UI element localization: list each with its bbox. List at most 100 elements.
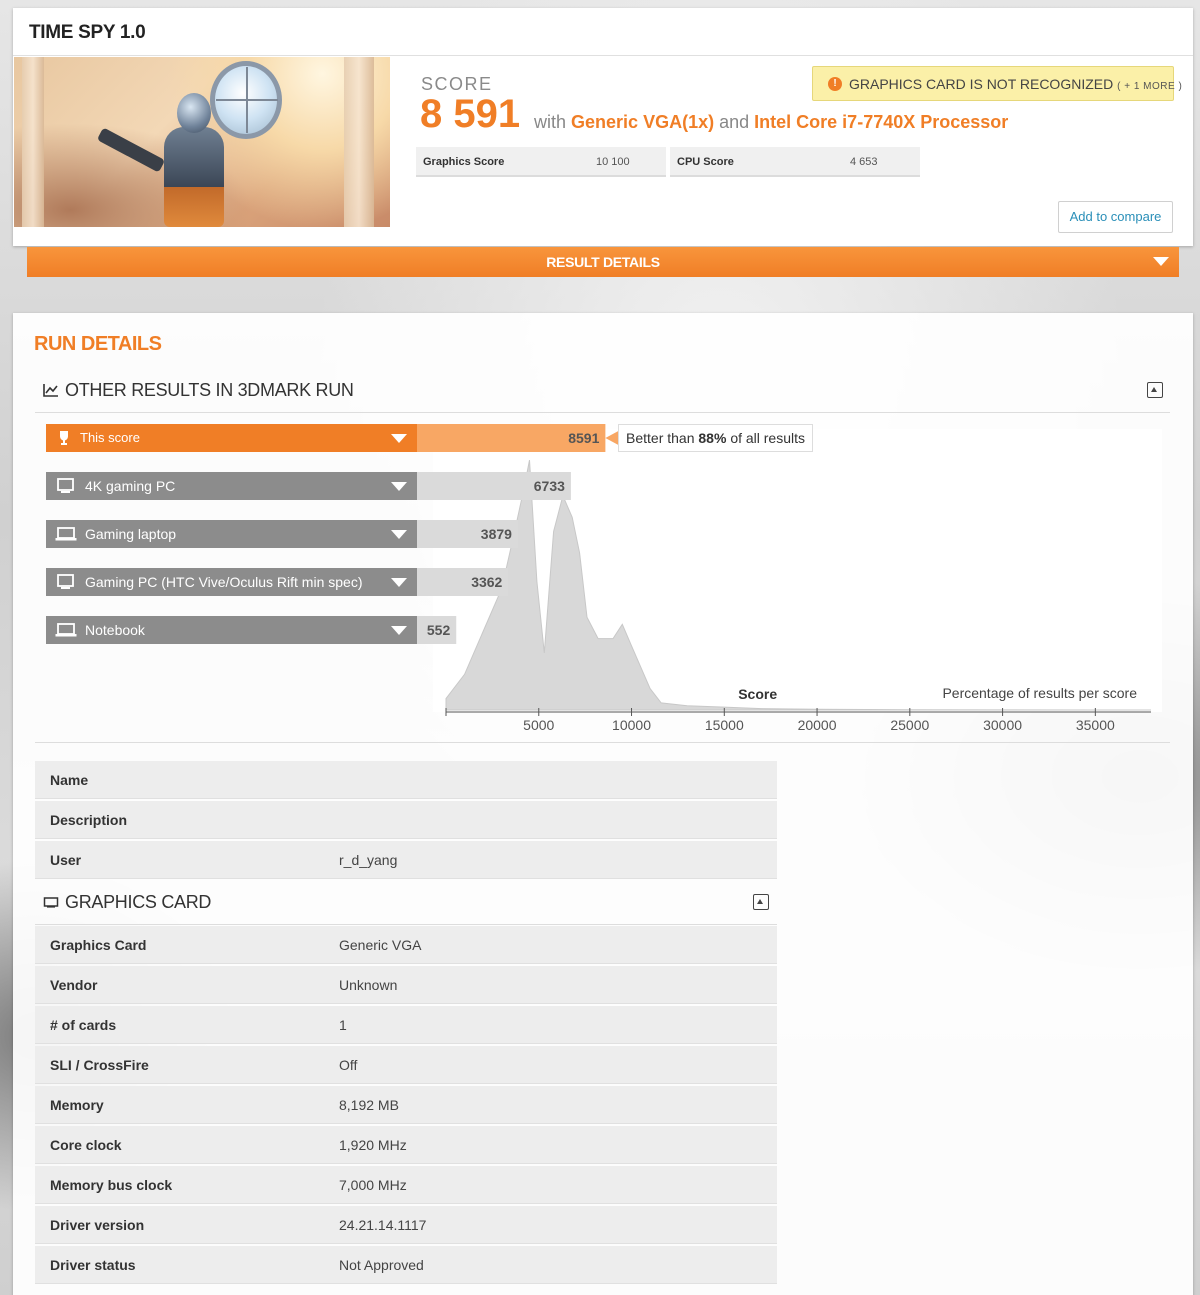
- comparison-value-label: 6733: [534, 478, 565, 494]
- comparison-dropdown[interactable]: Notebook: [46, 616, 417, 644]
- test-title: TIME SPY 1.0: [29, 22, 146, 43]
- table-row: Core clock 1,920 MHz: [35, 1126, 777, 1164]
- score-hardware-line: with Generic VGA(1x) and Intel Core i7-7…: [534, 112, 1008, 133]
- better-than-suffix: of all results: [730, 430, 806, 446]
- info-value: 7,000 MHz: [339, 1177, 407, 1193]
- chevron-down-icon: [391, 530, 407, 539]
- table-row: Memory bus clock 7,000 MHz: [35, 1166, 777, 1204]
- gpu-link[interactable]: Generic VGA(1x): [571, 112, 714, 132]
- comparison-value-label: 552: [427, 622, 451, 638]
- chevron-down-icon: [391, 434, 407, 443]
- with-text: with: [534, 112, 567, 132]
- comparison-value-label: 3879: [481, 526, 512, 542]
- comparison-dropdown[interactable]: Gaming PC (HTC Vive/Oculus Rift min spec…: [46, 568, 417, 596]
- benchmark-hero-image: [14, 57, 390, 227]
- info-value: Generic VGA: [339, 937, 422, 953]
- info-key: User: [50, 852, 82, 868]
- better-than-prefix: Better than: [626, 430, 695, 446]
- warning-text: GRAPHICS CARD IS NOT RECOGNIZED ( + 1 MO…: [849, 76, 1182, 92]
- x-tick-label: 10000: [612, 717, 651, 733]
- info-key: Driver version: [50, 1217, 145, 1233]
- info-value: 1,920 MHz: [339, 1137, 407, 1153]
- cpu-link[interactable]: Intel Core i7-7740X Processor: [754, 112, 1008, 132]
- better-than-percent: 88%: [698, 430, 727, 446]
- graphics-score-label: Graphics Score: [423, 156, 505, 168]
- cpu-score-value: 4 653: [850, 156, 878, 168]
- comparison-value-label: 8591: [568, 430, 599, 446]
- info-value: 1: [339, 1017, 347, 1033]
- x-tick-label: 35000: [1076, 717, 1115, 733]
- run-info-table: Name Description User r_d_yang: [35, 761, 777, 881]
- and-text: and: [719, 112, 750, 132]
- table-row: SLI / CrossFire Off: [35, 1046, 777, 1084]
- comparison-value-label: 3362: [471, 574, 502, 590]
- x-tick-label: 25000: [890, 717, 929, 733]
- score-card: TIME SPY 1.0 SCORE 8 591 with Generic VG…: [13, 8, 1193, 246]
- chevron-down-icon: [391, 482, 407, 491]
- graphics-card-title: GRAPHICS CARD: [65, 892, 212, 912]
- other-results-header: OTHER RESULTS IN 3DMARK RUN: [35, 369, 1170, 413]
- x-axis-caption: Score: [738, 686, 777, 702]
- info-key: SLI / CrossFire: [50, 1057, 149, 1073]
- cpu-score-box: CPU Score 4 653: [670, 147, 920, 177]
- chevron-down-icon: [391, 626, 407, 635]
- graphics-score-value: 10 100: [596, 156, 630, 168]
- info-value: 8,192 MB: [339, 1097, 399, 1113]
- warning-message: GRAPHICS CARD IS NOT RECOGNIZED: [849, 76, 1114, 92]
- chevron-down-icon: [1153, 257, 1169, 266]
- info-row-description: Description: [35, 801, 777, 839]
- trophy-icon: [60, 431, 68, 445]
- better-than-box: Better than 88% of all results: [618, 424, 814, 452]
- run-details-title: RUN DETAILS: [34, 333, 162, 355]
- comparison-label: Notebook: [85, 622, 145, 638]
- graphics-score-box: Graphics Score 10 100: [416, 147, 666, 177]
- score-distribution-chart: 5000 10000 15000 20000 25000 30000 35000 Score P…: [35, 413, 1170, 743]
- y-axis-caption: Percentage of results per score: [942, 685, 1137, 701]
- line-chart-icon: [43, 384, 58, 397]
- table-row: Vendor Unknown: [35, 966, 777, 1004]
- x-tick-label: 20000: [798, 717, 837, 733]
- cpu-score-label: CPU Score: [677, 156, 734, 168]
- info-value: r_d_yang: [339, 852, 398, 868]
- table-row: Memory 8,192 MB: [35, 1086, 777, 1124]
- graphics-card-header: GRAPHICS CARD: [35, 881, 777, 925]
- chevron-down-icon: [391, 578, 407, 587]
- table-row: Driver status Not Approved: [35, 1246, 777, 1284]
- result-details-label: RESULT DETAILS: [546, 254, 660, 270]
- info-key: Description: [50, 812, 128, 828]
- x-tick-label: 5000: [523, 717, 554, 733]
- monitor-icon: [57, 574, 74, 589]
- table-row: Driver version 24.21.14.1117: [35, 1206, 777, 1244]
- info-value: Off: [339, 1057, 358, 1073]
- info-row-user: User r_d_yang: [35, 841, 777, 879]
- x-tick-label: 15000: [705, 717, 744, 733]
- warning-more: ( + 1 MORE ): [1117, 81, 1183, 92]
- laptop-icon: [55, 623, 77, 637]
- collapse-icon[interactable]: [753, 894, 769, 910]
- info-value: Not Approved: [339, 1257, 424, 1273]
- comparison-label: 4K gaming PC: [85, 478, 176, 494]
- monitor-icon: [57, 478, 74, 493]
- score-value: 8 591: [420, 92, 521, 136]
- info-key: Core clock: [50, 1137, 122, 1153]
- info-value: Unknown: [339, 977, 398, 993]
- info-row-name: Name: [35, 761, 777, 799]
- collapse-icon[interactable]: [1147, 382, 1163, 398]
- comparison-label: This score: [80, 430, 140, 445]
- comparison-dropdown[interactable]: 4K gaming PC: [46, 472, 417, 500]
- comparison-dropdown[interactable]: Gaming laptop: [46, 520, 417, 548]
- graphics-card-table: Graphics Card Generic VGA Vendor Unknown # o…: [35, 926, 777, 1286]
- warning-banner[interactable]: ! GRAPHICS CARD IS NOT RECOGNIZED ( + 1 …: [812, 66, 1182, 101]
- info-key: # of cards: [50, 1017, 117, 1033]
- comparison-label: Gaming PC (HTC Vive/Oculus Rift min spec…: [85, 574, 363, 590]
- comparison-dropdown[interactable]: This score: [46, 424, 417, 452]
- run-details-panel: RUN DETAILS OTHER RESULTS IN 3DMARK RUN …: [13, 313, 1193, 1295]
- result-details-bar[interactable]: RESULT DETAILS: [27, 247, 1179, 277]
- info-key: Memory: [50, 1097, 104, 1113]
- laptop-icon: [55, 527, 77, 541]
- add-to-compare-button[interactable]: Add to compare: [1058, 201, 1173, 233]
- info-value: 24.21.14.1117: [339, 1217, 427, 1233]
- graphics-card-icon: [43, 897, 59, 908]
- info-key: Name: [50, 772, 89, 788]
- comparison-label: Gaming laptop: [85, 526, 177, 542]
